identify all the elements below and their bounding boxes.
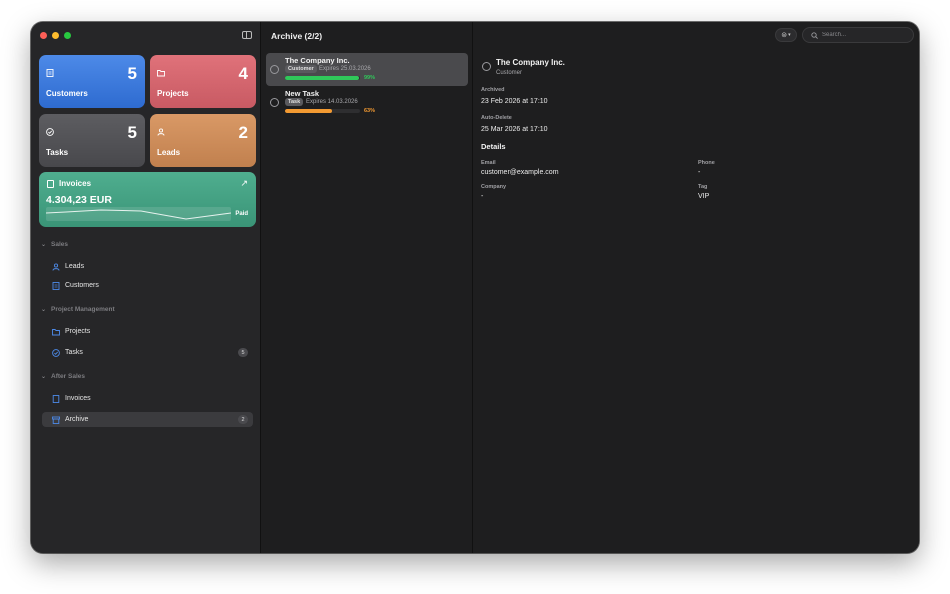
- section-title: After Sales: [51, 373, 85, 380]
- tasks-count: 5: [127, 123, 137, 142]
- row-expiry: Expires 14.03.2026: [306, 99, 358, 105]
- archive-list: Archive (2/2) The Company Inc. Customer …: [261, 22, 473, 553]
- folder-icon: [52, 328, 60, 336]
- customers-summary-card[interactable]: 5 Customers: [39, 55, 145, 108]
- leads-count: 2: [238, 123, 248, 142]
- invoices-summary-card[interactable]: Invoices ↗ 4.304,23 EUR Paid: [39, 172, 256, 227]
- folder-icon: [157, 70, 165, 77]
- chevron-down-icon: ⌄: [41, 307, 47, 313]
- detail-name: The Company Inc.: [496, 58, 565, 67]
- tag-value: VIP: [698, 193, 710, 200]
- sidebar-item-label: Archive: [65, 416, 89, 423]
- phone-label: Phone: [698, 160, 715, 166]
- list-item[interactable]: New Task Task Expires 14.03.2026 63%: [266, 86, 468, 119]
- sidebar-item-archive[interactable]: Archive 2: [42, 412, 253, 427]
- list-title: Archive (2/2): [271, 31, 323, 41]
- chevron-down-icon: ⌄: [41, 374, 47, 380]
- row-progress-label: 99%: [364, 75, 376, 81]
- sidebar-toggle-icon[interactable]: [242, 31, 252, 39]
- section-sales[interactable]: ⌄ Sales: [41, 241, 68, 248]
- sidebar-item-label: Customers: [65, 282, 99, 289]
- email-value: customer@example.com: [481, 169, 559, 176]
- customers-doc-icon: [52, 281, 60, 290]
- sidebar-item-customers[interactable]: Customers: [42, 278, 253, 293]
- projects-count: 4: [238, 64, 248, 83]
- customers-count: 5: [127, 64, 137, 83]
- leads-card-label: Leads: [157, 148, 181, 157]
- invoices-card-label: Invoices: [59, 179, 92, 188]
- row-title: New Task: [285, 89, 320, 98]
- leads-summary-card[interactable]: 2 Leads: [150, 114, 256, 167]
- row-title: The Company Inc.: [285, 56, 350, 65]
- row-progress-label: 63%: [364, 108, 376, 114]
- person-icon: [157, 128, 165, 136]
- customer-row-icon: [270, 65, 279, 74]
- section-title: Sales: [51, 241, 69, 248]
- projects-summary-card[interactable]: 4 Projects: [150, 55, 256, 108]
- check-circle-icon: [46, 128, 54, 136]
- company-value: -: [481, 193, 484, 200]
- tasks-count-badge: 5: [238, 348, 248, 357]
- tasks-summary-card[interactable]: 5 Tasks: [39, 114, 145, 167]
- customers-doc-icon: [46, 69, 54, 77]
- search-input[interactable]: [822, 32, 912, 38]
- minimize-window-button[interactable]: [52, 32, 59, 39]
- arrow-up-right-icon[interactable]: ↗: [240, 178, 248, 189]
- archived-value: 23 Feb 2026 at 17:10: [481, 98, 548, 105]
- filter-icon: ⊜: [781, 32, 788, 39]
- tasks-card-label: Tasks: [46, 148, 69, 157]
- details-heading: Details: [481, 142, 506, 151]
- filter-menu-button[interactable]: ⊜ ▾: [775, 28, 797, 42]
- person-icon: [52, 262, 60, 271]
- archived-label: Archived: [481, 87, 505, 93]
- detail-pane: ⊜▾ The Company Inc. Customer Archived 23…: [473, 22, 919, 553]
- invoice-icon: [52, 394, 60, 403]
- customer-icon: [482, 62, 491, 71]
- invoices-status: Paid: [235, 211, 248, 217]
- row-tag: Customer: [285, 65, 317, 73]
- sidebar-item-invoices[interactable]: Invoices: [42, 391, 253, 406]
- invoices-amount: 4.304,23 EUR: [46, 194, 112, 206]
- invoice-icon: [47, 180, 54, 188]
- sidebar-item-projects[interactable]: Projects: [42, 324, 253, 339]
- search-icon: [811, 31, 818, 39]
- row-expiry: Expires 25.03.2026: [319, 66, 371, 72]
- archive-box-icon: [52, 416, 60, 424]
- close-window-button[interactable]: [40, 32, 47, 39]
- section-title: Project Management: [51, 306, 115, 313]
- section-project-management[interactable]: ⌄ Project Management: [41, 306, 115, 313]
- archive-count-badge: 2: [238, 415, 248, 424]
- check-circle-icon: [52, 348, 60, 357]
- traffic-lights: [40, 32, 71, 39]
- projects-card-label: Projects: [157, 89, 189, 98]
- sidebar-item-label: Leads: [65, 263, 85, 270]
- sidebar-item-label: Projects: [65, 328, 91, 335]
- auto-delete-label: Auto-Delete: [481, 115, 512, 121]
- phone-value: -: [698, 169, 701, 176]
- tag-label: Tag: [698, 184, 708, 190]
- app-window: 5 Customers 4 Projects 5 Tasks 2 Leads I…: [31, 22, 919, 553]
- list-item[interactable]: The Company Inc. Customer Expires 25.03.…: [266, 53, 468, 86]
- chevron-down-icon: ⌄: [41, 242, 47, 248]
- auto-delete-value: 25 Mar 2026 at 17:10: [481, 126, 548, 133]
- email-label: Email: [481, 160, 496, 166]
- chevron-down-icon: ▾: [788, 32, 791, 38]
- customers-card-label: Customers: [46, 89, 88, 98]
- company-label: Company: [481, 184, 507, 190]
- zoom-window-button[interactable]: [64, 32, 71, 39]
- sidebar-item-label: Tasks: [65, 349, 83, 356]
- sidebar-item-tasks[interactable]: Tasks 5: [42, 345, 253, 360]
- sidebar: 5 Customers 4 Projects 5 Tasks 2 Leads I…: [31, 22, 261, 553]
- sidebar-item-leads[interactable]: Leads: [42, 259, 253, 274]
- section-after-sales[interactable]: ⌄ After Sales: [41, 373, 85, 380]
- row-progress-bar: [285, 109, 360, 113]
- row-progress-bar: [285, 76, 360, 80]
- sidebar-item-label: Invoices: [65, 395, 91, 402]
- search-field[interactable]: [802, 27, 914, 43]
- detail-type: Customer: [496, 70, 523, 76]
- invoices-sparkline: [46, 207, 231, 221]
- row-tag: Task: [285, 98, 304, 106]
- check-circle-icon: [270, 98, 279, 107]
